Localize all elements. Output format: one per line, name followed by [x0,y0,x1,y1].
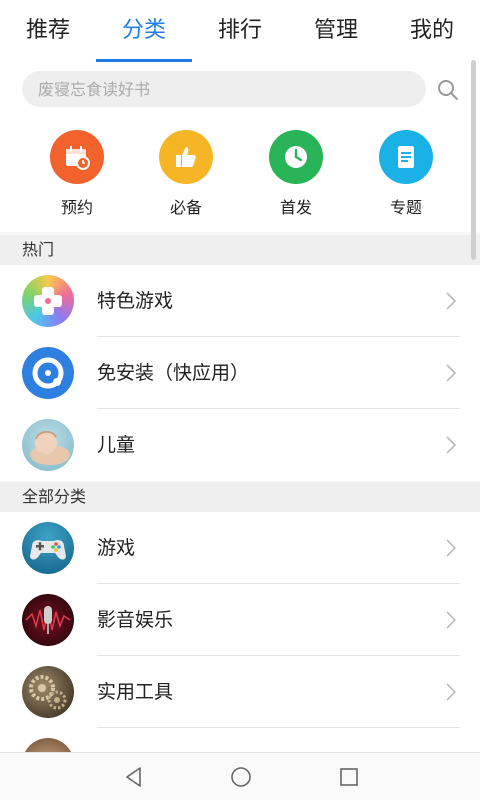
microphone-icon [22,594,74,646]
quick-label-debut: 首发 [279,198,312,217]
controller-icon [22,522,74,574]
system-nav-bar [0,752,480,800]
chevron-right-icon [446,611,456,629]
list-item-featured-games[interactable]: 特色游戏 [0,265,480,337]
document-icon [379,130,433,184]
quick-entry-row: 预约 必备 首发 专题 [0,114,480,232]
calendar-icon [50,130,104,184]
list-item-games[interactable]: 游戏 [0,512,480,584]
gears-icon [22,666,74,718]
back-icon[interactable] [122,765,146,789]
search-icon[interactable] [436,78,460,102]
list-item-children[interactable]: 儿童 [0,409,480,481]
chevron-right-icon [446,292,456,310]
list-item-utilities[interactable]: 实用工具 [0,656,480,728]
list-item-quick-apps[interactable]: 免安装（快应用） [0,337,480,409]
list-item-label: 游戏 [97,537,136,559]
tab-category[interactable]: 分类 [96,0,192,62]
thumbs-up-icon [159,130,213,184]
quick-item-debut[interactable]: 首发 [256,130,336,218]
quick-label-essential: 必备 [169,198,202,217]
chevron-right-icon [446,683,456,701]
quick-item-topic[interactable]: 专题 [366,130,446,218]
clock-icon [269,130,323,184]
scrollbar[interactable] [471,60,476,260]
gamepad-icon [22,275,74,327]
quick-label-topic: 专题 [389,198,422,217]
tab-recommend[interactable]: 推荐 [0,0,96,62]
search-row [0,62,480,114]
list-item-label: 影音娱乐 [97,609,174,631]
baby-icon [22,419,74,471]
recents-icon[interactable] [337,765,361,789]
list-item-label: 免安装（快应用） [97,362,250,384]
list-item-label: 实用工具 [97,681,174,703]
section-header-all: 全部分类 [0,482,480,512]
tab-ranking[interactable]: 排行 [192,0,288,62]
tab-manage[interactable]: 管理 [288,0,384,62]
list-item-entertainment[interactable]: 影音娱乐 [0,584,480,656]
section-header-hot: 热门 [0,235,480,265]
top-tab-bar: 推荐 分类 排行 管理 我的 [0,0,480,62]
list-item-label: 特色游戏 [97,290,174,312]
list-item-partial[interactable] [0,728,480,752]
list-item-label: 儿童 [97,434,136,456]
category-thumbnail-icon [22,738,74,752]
chevron-right-icon [446,436,456,454]
search-input[interactable] [22,71,426,107]
quick-item-essential[interactable]: 必备 [146,130,226,218]
tab-mine[interactable]: 我的 [384,0,480,62]
search-box[interactable] [22,71,426,107]
quick-item-reserve[interactable]: 预约 [37,130,117,218]
chevron-right-icon [446,364,456,382]
chevron-right-icon [446,539,456,557]
quick-app-icon [22,347,74,399]
home-icon[interactable] [229,765,253,789]
quick-label-reserve: 预约 [60,198,93,217]
